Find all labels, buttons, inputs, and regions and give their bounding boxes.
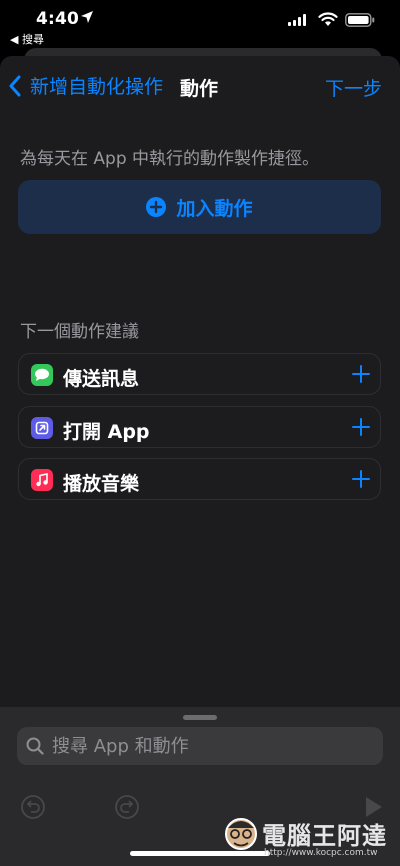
suggestion-play-music[interactable]: 播放音樂 <box>18 458 381 500</box>
add-plus-icon[interactable] <box>352 365 370 383</box>
cellular-signal-icon <box>288 14 306 26</box>
battery-icon <box>345 13 375 27</box>
back-button[interactable]: 新增自動化操作 <box>8 72 163 99</box>
navigation-bar: 新增自動化操作 動作 下一步 <box>0 56 400 116</box>
add-plus-icon[interactable] <box>352 470 370 488</box>
suggestion-label: 播放音樂 <box>63 473 140 495</box>
suggestion-send-message[interactable]: 傳送訊息 <box>18 353 381 395</box>
chevron-left-icon <box>9 75 21 96</box>
back-to-app-link[interactable]: ◀ 搜尋 <box>10 31 44 47</box>
undo-icon[interactable] <box>20 794 46 820</box>
status-time: 4:40 <box>36 9 80 29</box>
suggestion-open-app[interactable]: 打開 App <box>18 406 381 448</box>
mascot-icon <box>225 818 257 850</box>
messages-icon <box>31 364 53 386</box>
next-button[interactable]: 下一步 <box>325 74 382 101</box>
search-bar[interactable] <box>17 727 383 765</box>
status-bar: 4:40 ◀ 搜尋 <box>0 0 400 48</box>
drawer-grabber[interactable] <box>183 715 217 720</box>
back-button-label: 新增自動化操作 <box>30 76 164 98</box>
add-action-button[interactable]: 加入動作 <box>18 180 381 234</box>
music-icon <box>31 469 53 491</box>
suggestion-label: 打開 App <box>63 421 150 443</box>
location-arrow-icon <box>81 11 93 23</box>
suggestions-header: 下一個動作建議 <box>20 322 139 342</box>
page-title: 動作 <box>180 78 219 100</box>
search-input[interactable] <box>52 727 383 765</box>
search-icon <box>26 737 44 755</box>
redo-icon[interactable] <box>114 794 140 820</box>
watermark-logo: 電腦王阿達 http://www.kocpc.com.tw <box>222 812 398 864</box>
watermark-url: http://www.kocpc.com.tw <box>264 848 378 858</box>
add-action-label: 加入動作 <box>176 197 253 220</box>
watermark-text: 電腦王阿達 <box>262 822 387 850</box>
plus-circle-icon <box>146 197 167 217</box>
add-plus-icon[interactable] <box>352 418 370 436</box>
description-text: 為每天在 App 中執行的動作製作捷徑。 <box>20 149 320 169</box>
suggestion-label: 傳送訊息 <box>63 368 140 390</box>
wifi-icon <box>318 12 338 26</box>
open-app-icon <box>31 417 53 439</box>
